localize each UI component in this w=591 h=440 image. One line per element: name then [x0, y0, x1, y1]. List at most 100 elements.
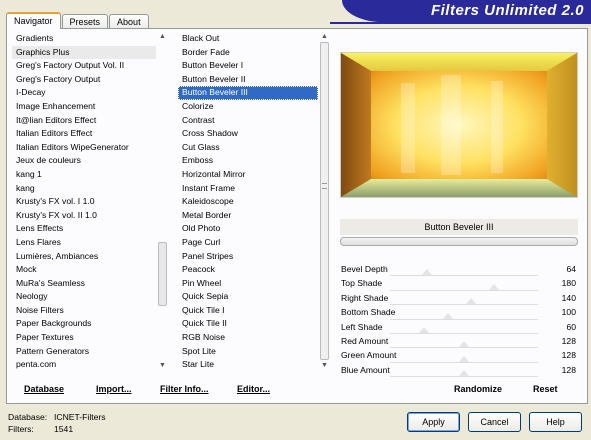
slider-knob-icon[interactable]	[419, 326, 430, 333]
scroll-down-icon[interactable]: ▼	[320, 361, 329, 370]
category-item[interactable]: Lens Flares	[12, 236, 156, 250]
category-item[interactable]: kang 1	[12, 168, 156, 182]
tab-about[interactable]: About	[109, 14, 149, 29]
filter-item[interactable]: RGB Noise	[178, 331, 318, 345]
filter-item[interactable]: Quick Tile II	[178, 317, 318, 331]
filter-item[interactable]: Colorize	[178, 100, 318, 114]
category-item[interactable]: Noise Filters	[12, 304, 156, 318]
filter-item[interactable]: Metal Border	[178, 209, 318, 223]
status-filters: Filters: 1541	[8, 424, 73, 434]
category-item[interactable]: I-Decay	[12, 86, 156, 100]
filter-item[interactable]: Instant Frame	[178, 182, 318, 196]
parameter-slider[interactable]: Red Amount 128	[340, 334, 578, 349]
filters-value: 1541	[54, 424, 74, 434]
filter-item[interactable]: Black Out	[178, 32, 318, 46]
parameter-value: 60	[566, 321, 576, 332]
category-item[interactable]: Italian Editors Effect	[12, 127, 156, 141]
slider-knob-icon[interactable]	[459, 370, 469, 377]
scroll-up-icon[interactable]: ▲	[320, 32, 329, 41]
tab-presets[interactable]: Presets	[61, 14, 109, 29]
filter-item[interactable]: Button Beveler II	[178, 73, 318, 87]
filter-item[interactable]: Quick Tile I	[178, 304, 318, 318]
filter-item[interactable]: Border Fade	[178, 46, 318, 60]
filter-list[interactable]: Black Out Border Fade Button Beveler I Butt…	[178, 32, 318, 370]
selected-filter-name: Button Beveler III	[340, 219, 578, 235]
filter-item[interactable]: Emboss	[178, 154, 318, 168]
parameter-value: 140	[561, 292, 576, 303]
category-item[interactable]: Neology	[12, 290, 156, 304]
parameter-slider[interactable]: Bevel Depth 64	[340, 262, 578, 277]
category-item[interactable]: MuRa's Seamless	[12, 277, 156, 291]
category-item[interactable]: penta.com	[12, 358, 156, 370]
slider-knob-icon[interactable]	[459, 341, 469, 348]
category-scrollbar[interactable]: ▲ ▼	[158, 32, 167, 370]
category-item[interactable]: It@lian Editors Effect	[12, 114, 156, 128]
reset-button[interactable]: Reset	[533, 384, 558, 394]
category-item[interactable]: Paper Textures	[12, 331, 156, 345]
parameter-value: 100	[561, 307, 576, 318]
category-item[interactable]: Pattern Generators	[12, 345, 156, 359]
category-item[interactable]: kang	[12, 182, 156, 196]
category-item[interactable]: Paper Backgrounds	[12, 317, 156, 331]
filter-item[interactable]: Button Beveler III	[178, 86, 318, 100]
filter-item[interactable]: Star Lite	[178, 358, 318, 370]
category-item[interactable]: Jeux de couleurs	[12, 154, 156, 168]
filter-info-button[interactable]: Filter Info...	[160, 384, 209, 394]
filter-scroll-thumb[interactable]	[320, 42, 329, 360]
category-list[interactable]: Gradients Graphics Plus Greg's Factory Out…	[12, 32, 156, 370]
parameter-slider[interactable]: Blue Amount 128	[340, 363, 578, 378]
database-button[interactable]: Database	[24, 384, 64, 394]
editor-button[interactable]: Editor...	[237, 384, 270, 394]
parameter-slider[interactable]: Right Shade 140	[340, 291, 578, 306]
filter-item[interactable]: Pin Wheel	[178, 277, 318, 291]
parameter-slider[interactable]: Left Shade 60	[340, 320, 578, 334]
filter-item[interactable]: Spot Lite	[178, 345, 318, 359]
parameter-label: Right Shade	[341, 292, 389, 303]
parameter-slider[interactable]: Bottom Shade 100	[340, 305, 578, 320]
import-button[interactable]: Import...	[96, 384, 132, 394]
category-item[interactable]: Lens Effects	[12, 222, 156, 236]
category-item[interactable]: Mock	[12, 263, 156, 277]
filter-item[interactable]: Horizontal Mirror	[178, 168, 318, 182]
help-button[interactable]: Help	[529, 412, 582, 432]
category-item[interactable]: Greg's Factory Output Vol. II	[12, 59, 156, 73]
filter-preview-image	[340, 52, 578, 198]
parameter-slider[interactable]: Green Amount 128	[340, 348, 578, 363]
filter-item[interactable]: Old Photo	[178, 222, 318, 236]
category-item[interactable]: Lumières, Ambiances	[12, 250, 156, 264]
scroll-down-icon[interactable]: ▼	[158, 361, 167, 370]
parameter-slider[interactable]: Top Shade 180	[340, 276, 578, 291]
apply-button[interactable]: Apply	[407, 412, 460, 432]
filter-item[interactable]: Page Curl	[178, 236, 318, 250]
filter-item[interactable]: Button Beveler I	[178, 59, 318, 73]
slider-knob-icon[interactable]	[488, 283, 499, 290]
filter-item[interactable]: Cut Glass	[178, 141, 318, 155]
parameter-label: Green Amount	[341, 350, 397, 361]
parameter-label: Bevel Depth	[341, 264, 388, 274]
category-item[interactable]: Gradients	[12, 32, 156, 46]
category-item[interactable]: Krusty's FX vol. I 1.0	[12, 195, 156, 209]
slider-knob-icon[interactable]	[422, 269, 432, 276]
category-item[interactable]: Krusty's FX vol. II 1.0	[12, 209, 156, 223]
slider-knob-icon[interactable]	[466, 298, 477, 305]
category-scroll-thumb[interactable]	[158, 242, 167, 306]
filter-item[interactable]: Cross Shadow	[178, 127, 318, 141]
filter-item[interactable]: Quick Sepia	[178, 290, 318, 304]
slider-knob-icon[interactable]	[459, 355, 469, 362]
scroll-up-icon[interactable]: ▲	[158, 32, 167, 41]
slider-knob-icon[interactable]	[442, 312, 453, 319]
filter-item[interactable]: Contrast	[178, 114, 318, 128]
category-item[interactable]: Graphics Plus	[12, 45, 156, 60]
filter-scrollbar[interactable]: ▲ ▼	[320, 32, 329, 370]
category-item[interactable]: Image Enhancement	[12, 100, 156, 114]
parameter-label: Top Shade	[341, 278, 383, 289]
filter-item[interactable]: Kaleidoscope	[178, 195, 318, 209]
filter-item[interactable]: Panel Stripes	[178, 250, 318, 264]
category-item[interactable]: Greg's Factory Output	[12, 73, 156, 87]
filter-item[interactable]: Peacock	[178, 263, 318, 277]
tab-navigator[interactable]: Navigator	[6, 12, 61, 29]
cancel-button[interactable]: Cancel	[468, 412, 521, 432]
randomize-button[interactable]: Randomize	[454, 384, 502, 394]
slider-track[interactable]	[390, 370, 538, 378]
category-item[interactable]: Italian Editors WipeGenerator	[12, 141, 156, 155]
